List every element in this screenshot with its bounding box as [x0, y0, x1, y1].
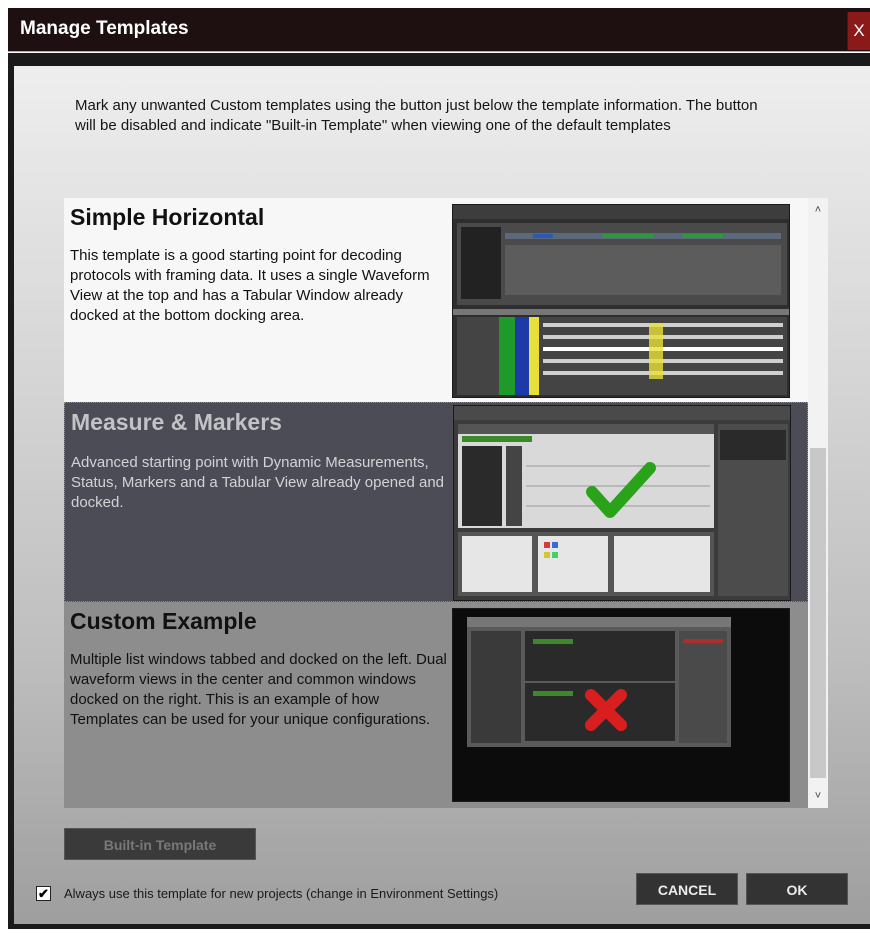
simple-horizontal-thumbnail-graphic — [453, 205, 789, 397]
template-list[interactable]: Simple Horizontal This template is a goo… — [64, 198, 828, 808]
close-button[interactable]: X — [847, 12, 870, 50]
measure-markers-thumbnail-graphic — [454, 406, 790, 600]
template-item-custom-example[interactable]: Custom Example Multiple list windows tab… — [64, 602, 808, 808]
measure-markers-thumbnail — [453, 405, 791, 601]
scrollbar-thumb[interactable] — [810, 448, 826, 778]
builtin-template-button[interactable]: Built-in Template — [64, 828, 256, 860]
template-list-scrollbar[interactable]: ˄ ˅ — [808, 198, 828, 808]
always-use-template-label: Always use this template for new project… — [64, 886, 499, 901]
title-bar: Manage Templates X — [8, 8, 870, 52]
template-description: Advanced starting point with Dynamic Mea… — [71, 454, 445, 511]
template-item-measure-markers[interactable]: Measure & Markers Advanced starting poin… — [64, 402, 808, 602]
custom-example-thumbnail-graphic — [453, 609, 789, 801]
scroll-down-icon[interactable]: ˅ — [808, 786, 828, 806]
custom-example-thumbnail — [452, 608, 790, 802]
cancel-button[interactable]: CANCEL — [636, 873, 738, 905]
scroll-up-icon[interactable]: ˄ — [808, 200, 828, 220]
template-item-simple-horizontal[interactable]: Simple Horizontal This template is a goo… — [64, 198, 808, 402]
window-title: Manage Templates — [20, 18, 189, 39]
template-description: This template is a good starting point f… — [70, 247, 430, 324]
template-description: Multiple list windows tabbed and docked … — [70, 651, 447, 728]
ok-button[interactable]: OK — [746, 873, 848, 905]
instructions-text: Mark any unwanted Custom templates using… — [75, 97, 758, 134]
simple-horizontal-thumbnail — [452, 204, 790, 398]
template-title: Custom Example — [70, 608, 257, 634]
always-use-template-checkbox[interactable]: ✔ — [36, 886, 51, 901]
template-title: Simple Horizontal — [70, 204, 265, 230]
template-title: Measure & Markers — [71, 409, 282, 435]
